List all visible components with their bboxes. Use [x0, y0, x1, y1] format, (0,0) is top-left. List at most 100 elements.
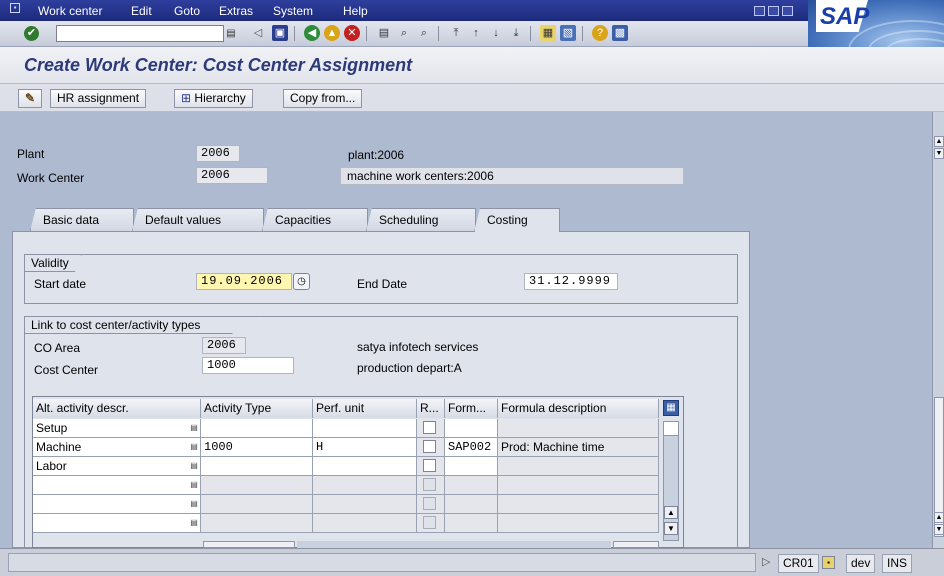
close-icon[interactable] — [782, 6, 793, 16]
menu-goto[interactable]: Goto — [174, 4, 200, 18]
table-cell-r[interactable] — [417, 495, 445, 514]
column-header-r[interactable]: R... — [417, 399, 445, 418]
table-hscroll-track[interactable] — [297, 541, 611, 548]
tab-scheduling[interactable]: Scheduling — [366, 208, 476, 231]
table-cell-perf-unit[interactable] — [313, 419, 417, 438]
first-page-icon[interactable]: ⤒ — [448, 25, 464, 41]
table-cell-r[interactable] — [417, 419, 445, 438]
row-checkbox[interactable] — [423, 421, 436, 434]
table-cell-perf-unit[interactable] — [313, 476, 417, 495]
table-cell-r[interactable] — [417, 457, 445, 476]
table-cell-perf-unit[interactable]: H — [313, 438, 417, 457]
save-icon[interactable]: ▣ — [272, 25, 288, 41]
table-cell-activity-type[interactable] — [201, 495, 313, 514]
menu-work-center[interactable]: Work center — [38, 4, 102, 18]
print-icon[interactable]: ▤ — [376, 25, 392, 41]
find-next-icon[interactable]: ⌕ — [416, 25, 432, 41]
command-field[interactable] — [56, 25, 224, 42]
tab-capacities[interactable]: Capacities — [262, 208, 368, 231]
tab-default-values[interactable]: Default values — [132, 208, 264, 231]
exit-icon[interactable]: ▲ — [324, 25, 340, 41]
enter-icon[interactable]: ✔ — [24, 26, 39, 41]
column-header-formula-description[interactable]: Formula description — [498, 399, 659, 418]
table-settings-icon[interactable]: ▦ — [663, 400, 679, 416]
table-cell-activity-type[interactable] — [201, 514, 313, 533]
table-cell-activity-type[interactable] — [201, 476, 313, 495]
work-center-field[interactable]: 2006 — [196, 167, 268, 184]
menu-edit[interactable]: Edit — [131, 4, 152, 18]
table-cell-alt[interactable]: Labor — [33, 457, 201, 476]
status-expand-icon[interactable]: ▷ — [762, 555, 770, 568]
value-help-icon[interactable]: ▤ — [189, 442, 199, 452]
scroll-down-bottom-icon[interactable]: ▼ — [934, 524, 944, 535]
table-cell-activity-type[interactable]: 1000 — [201, 438, 313, 457]
table-cell-r[interactable] — [417, 476, 445, 495]
start-date-field[interactable]: 19.09.2006 — [196, 273, 292, 290]
column-header-activity-type[interactable]: Activity Type — [201, 399, 313, 418]
scroll-down-icon[interactable]: ▼ — [934, 148, 944, 159]
cost-center-field[interactable]: 1000 — [202, 357, 294, 374]
end-date-field[interactable]: 31.12.9999 — [524, 273, 618, 290]
table-cell-activity-type[interactable] — [201, 457, 313, 476]
hierarchy-button[interactable]: ⊞ Hierarchy — [174, 89, 253, 108]
hr-assignment-button[interactable]: HR assignment — [50, 89, 147, 108]
table-cell-perf-unit[interactable] — [313, 495, 417, 514]
table-hscroll-right[interactable] — [613, 541, 659, 548]
table-cell-formula[interactable]: SAP002 — [445, 438, 498, 457]
value-help-icon[interactable]: ▤ — [189, 423, 199, 433]
layout-menu-icon[interactable]: ▩ — [612, 25, 628, 41]
table-scrollbar[interactable]: ▲ ▼ — [663, 421, 679, 541]
copy-from-button[interactable]: Copy from... — [283, 89, 363, 108]
column-header-alt-activity[interactable]: Alt. activity descr. — [33, 399, 201, 418]
create-session-icon[interactable]: ▦ — [540, 25, 556, 41]
scroll-up-icon[interactable]: ▲ — [934, 136, 944, 147]
command-history-icon[interactable]: ▤ — [224, 25, 238, 42]
table-cell-alt[interactable] — [33, 495, 201, 514]
help-icon[interactable]: ? — [592, 25, 608, 41]
status-server-icon[interactable]: ▪ — [822, 556, 835, 569]
table-cell-formula[interactable] — [445, 457, 498, 476]
value-help-icon[interactable]: ▤ — [189, 518, 199, 528]
row-checkbox[interactable] — [423, 440, 436, 453]
find-icon[interactable]: ⌕ — [396, 25, 412, 41]
tab-costing[interactable]: Costing — [474, 208, 560, 232]
next-page-icon[interactable]: ↓ — [488, 25, 504, 41]
previous-page-icon[interactable]: ↑ — [468, 25, 484, 41]
table-cell-perf-unit[interactable] — [313, 457, 417, 476]
co-area-field[interactable]: 2006 — [202, 337, 246, 354]
value-help-icon[interactable]: ▤ — [189, 461, 199, 471]
menu-system[interactable]: System — [273, 4, 313, 18]
table-cell-formula[interactable] — [445, 419, 498, 438]
row-checkbox[interactable] — [423, 516, 436, 529]
row-checkbox[interactable] — [423, 459, 436, 472]
table-cell-formula[interactable] — [445, 476, 498, 495]
table-cell-alt[interactable]: Machine — [33, 438, 201, 457]
value-help-icon[interactable]: ▤ — [189, 499, 199, 509]
table-cell-alt[interactable]: Setup — [33, 419, 201, 438]
display-change-button[interactable]: ✎ — [18, 89, 42, 108]
tab-basic-data[interactable]: Basic data — [30, 208, 134, 231]
column-header-formula[interactable]: Form... — [445, 399, 498, 418]
minimize-icon[interactable] — [754, 6, 765, 16]
maximize-icon[interactable] — [768, 6, 779, 16]
table-cell-alt[interactable] — [33, 514, 201, 533]
menu-extras[interactable]: Extras — [219, 4, 253, 18]
calendar-icon[interactable]: ◷ — [293, 273, 310, 290]
table-cell-alt[interactable] — [33, 476, 201, 495]
table-cell-r[interactable] — [417, 514, 445, 533]
shortcut-icon[interactable]: ▧ — [560, 25, 576, 41]
table-scroll-down-icon[interactable]: ▼ — [664, 522, 678, 535]
table-cell-r[interactable] — [417, 438, 445, 457]
column-header-perf-unit[interactable]: Perf. unit — [313, 399, 417, 418]
row-checkbox[interactable] — [423, 497, 436, 510]
last-page-icon[interactable]: ⤓ — [508, 25, 524, 41]
system-menu-icon[interactable]: ▪ — [10, 3, 20, 13]
table-cell-activity-type[interactable] — [201, 419, 313, 438]
table-scroll-thumb[interactable] — [664, 422, 678, 436]
plant-field[interactable]: 2006 — [196, 145, 240, 162]
table-scroll-up-icon[interactable]: ▲ — [664, 506, 678, 519]
table-hscroll-left[interactable] — [203, 541, 295, 548]
back-arrow-icon[interactable]: ◁ — [250, 25, 266, 41]
table-cell-formula[interactable] — [445, 514, 498, 533]
scroll-up-bottom-icon[interactable]: ▲ — [934, 512, 944, 523]
